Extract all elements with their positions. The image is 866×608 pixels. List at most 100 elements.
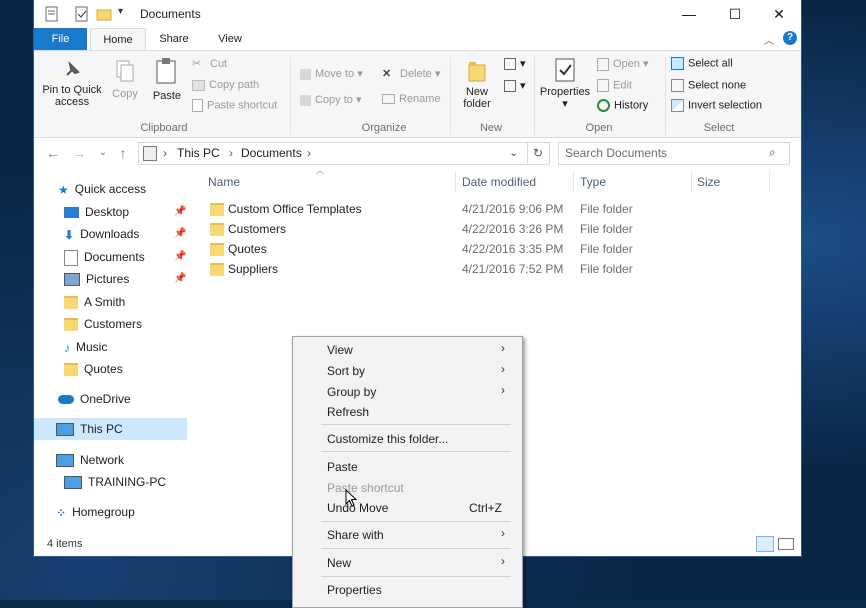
nav-item-music[interactable]: ♪ Music: [64, 336, 107, 358]
back-arrow-icon[interactable]: ←: [44, 144, 62, 162]
edit-button[interactable]: Edit: [597, 79, 632, 92]
column-header-name[interactable]: Name: [208, 171, 240, 193]
file-row[interactable]: Custom Office Templates 4/21/2016 9:06 P…: [208, 199, 768, 219]
properties-button[interactable]: Properties ▾: [538, 57, 592, 110]
nav-item-documents[interactable]: Documents: [64, 246, 145, 268]
nav-item-desktop[interactable]: Desktop: [64, 201, 129, 223]
column-divider[interactable]: [769, 171, 770, 193]
copy-to-button[interactable]: Copy to ▾: [300, 93, 362, 106]
nav-network[interactable]: Network: [56, 449, 124, 471]
properties-label: Properties: [539, 86, 591, 98]
file-row[interactable]: Customers 4/22/2016 3:26 PM File folder: [208, 219, 768, 239]
ribbon: Pin to Quick access Copy Paste ✂ Cut Copy…: [34, 50, 801, 138]
menu-item-customize-folder[interactable]: Customize this folder...: [327, 432, 448, 446]
pin-quick-access-button[interactable]: Pin to Quick access: [38, 59, 106, 108]
file-row[interactable]: Suppliers 4/21/2016 7:52 PM File folder: [208, 259, 768, 279]
move-to-button[interactable]: Move to ▾: [300, 67, 363, 80]
open-button[interactable]: Open ▾: [597, 57, 649, 71]
new-folder-qat-icon[interactable]: [96, 6, 112, 22]
breadcrumb-this-pc[interactable]: This PC: [177, 146, 220, 160]
copy-path-button[interactable]: Copy path: [192, 79, 259, 91]
file-row[interactable]: Quotes 4/22/2016 3:35 PM File folder: [208, 239, 768, 259]
nav-this-pc-label: This PC: [80, 422, 123, 436]
nav-item-a-smith[interactable]: A Smith: [64, 291, 125, 313]
nav-quick-access[interactable]: ★ Quick access: [58, 178, 146, 200]
nav-training-pc[interactable]: TRAINING-PC: [64, 471, 166, 493]
network-icon: [56, 454, 74, 468]
tab-share[interactable]: Share: [150, 28, 198, 50]
cut-button[interactable]: ✂ Cut: [192, 57, 227, 71]
paste-button[interactable]: Paste: [148, 57, 186, 102]
file-type: File folder: [580, 262, 633, 276]
select-all-button[interactable]: Select all: [671, 57, 733, 70]
nav-item-downloads[interactable]: ⬇ Downloads: [64, 223, 139, 245]
menu-item-paste[interactable]: Paste: [327, 460, 358, 474]
customize-qat-icon[interactable]: ▾: [118, 6, 123, 17]
menu-item-view[interactable]: View: [327, 343, 353, 357]
collapse-ribbon-icon[interactable]: ︿: [764, 32, 774, 47]
minimize-button[interactable]: —: [666, 0, 712, 28]
close-button[interactable]: ✕: [756, 0, 802, 28]
column-divider[interactable]: [573, 171, 574, 193]
menu-item-group-by[interactable]: Group by: [327, 385, 376, 399]
menu-item-new[interactable]: New: [327, 556, 351, 570]
column-header-type[interactable]: Type: [580, 171, 606, 193]
menu-item-paste-shortcut[interactable]: Paste shortcut: [327, 481, 404, 495]
new-item-button[interactable]: ▾: [504, 57, 526, 71]
up-arrow-icon[interactable]: ↑: [114, 144, 132, 162]
move-to-icon: [300, 68, 311, 80]
details-view-icon[interactable]: [756, 536, 774, 552]
address-bar[interactable]: › This PC › Documents › ⌄ ↻: [138, 142, 550, 165]
ribbon-tabs: File Home Share View ︿ ?: [34, 28, 801, 51]
menu-item-share-with[interactable]: Share with: [327, 528, 384, 542]
search-input[interactable]: Search Documents ⌕: [558, 142, 790, 165]
nav-this-pc[interactable]: This PC: [56, 418, 123, 440]
copy-icon: [116, 60, 134, 82]
column-header-size[interactable]: Size: [697, 171, 720, 193]
tab-file[interactable]: File: [34, 28, 87, 50]
large-icons-view-icon[interactable]: [778, 538, 794, 550]
submenu-chevron-icon: ›: [501, 362, 505, 376]
menu-item-sort-by[interactable]: Sort by: [327, 364, 365, 378]
copy-label: Copy: [112, 88, 138, 100]
tab-home[interactable]: Home: [90, 28, 146, 51]
nav-item-pictures[interactable]: Pictures: [64, 268, 129, 290]
nav-homegroup[interactable]: ⁘ Homegroup: [56, 501, 135, 523]
forward-arrow-icon[interactable]: →: [70, 144, 88, 162]
paste-shortcut-button[interactable]: Paste shortcut: [192, 99, 277, 112]
select-none-button[interactable]: Select none: [671, 79, 746, 92]
nav-item-customers[interactable]: Customers: [64, 313, 142, 335]
maximize-button[interactable]: ☐: [712, 0, 758, 28]
history-button[interactable]: History: [597, 99, 648, 112]
search-icon[interactable]: ⌕: [769, 145, 776, 160]
checkmark-qat-icon[interactable]: [74, 6, 90, 22]
sort-up-icon: ︿: [316, 166, 324, 175]
tab-view[interactable]: View: [206, 28, 254, 50]
recent-dropdown-icon[interactable]: ⌄: [94, 144, 112, 162]
column-divider[interactable]: [691, 171, 692, 193]
nav-homegroup-label: Homegroup: [72, 505, 135, 519]
column-divider[interactable]: [455, 171, 456, 193]
properties-qat-icon[interactable]: [44, 6, 60, 22]
nav-onedrive[interactable]: OneDrive: [58, 388, 131, 410]
column-header-date[interactable]: Date modified: [462, 171, 536, 193]
file-date: 4/21/2016 9:06 PM: [462, 202, 564, 216]
easy-access-button[interactable]: ▾: [504, 79, 526, 93]
nav-item-quotes[interactable]: Quotes: [64, 358, 123, 380]
nav-item-label: Quotes: [84, 362, 123, 376]
menu-separator: [321, 548, 511, 549]
breadcrumb-documents[interactable]: Documents: [241, 146, 302, 160]
invert-selection-button[interactable]: Invert selection: [671, 99, 762, 112]
delete-button[interactable]: ✕ Delete ▾: [382, 67, 440, 81]
breadcrumb-chevron-icon: ›: [229, 146, 233, 160]
refresh-icon[interactable]: ↻: [527, 143, 548, 164]
file-date: 4/22/2016 3:35 PM: [462, 242, 564, 256]
address-dropdown-icon[interactable]: ⌄: [509, 146, 518, 159]
rename-button[interactable]: Rename: [382, 93, 441, 105]
help-icon[interactable]: ?: [783, 31, 797, 45]
menu-item-undo-move[interactable]: Undo Move: [327, 501, 388, 515]
new-folder-button[interactable]: New folder: [454, 57, 500, 110]
menu-item-properties[interactable]: Properties: [327, 583, 382, 597]
menu-item-refresh[interactable]: Refresh: [327, 405, 369, 419]
copy-button[interactable]: Copy: [108, 59, 142, 100]
